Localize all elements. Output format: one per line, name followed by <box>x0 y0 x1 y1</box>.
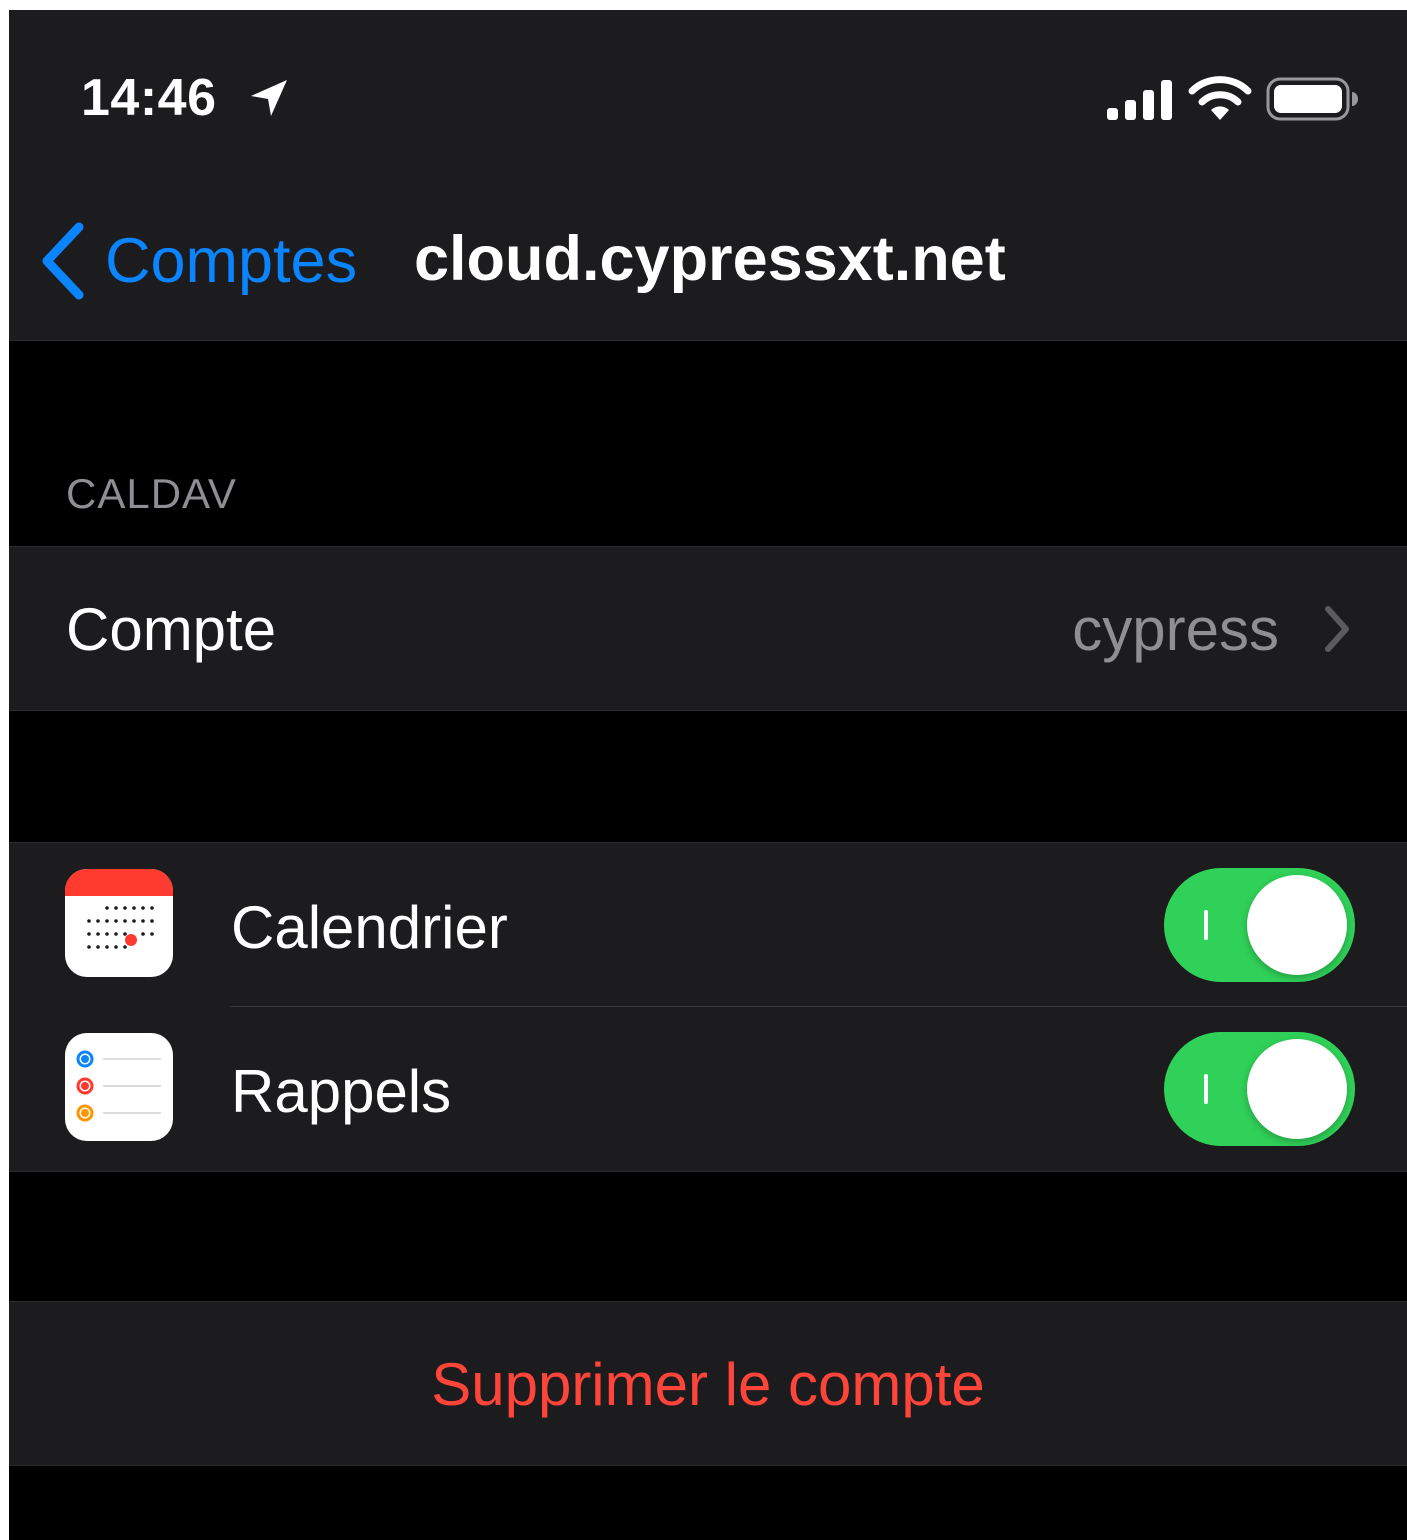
chevron-left-icon <box>42 222 84 300</box>
account-row-value: cypress <box>1072 596 1279 663</box>
reminders-label: Rappels <box>231 1058 452 1125</box>
section-header-caldav: CALDAV <box>66 470 237 517</box>
calendar-toggle[interactable] <box>1164 868 1355 982</box>
apps-group: Calendrier Rappels <box>9 842 1407 1172</box>
chevron-right-icon <box>1325 606 1349 652</box>
status-time: 14:46 <box>81 69 217 127</box>
cellular-signal-icon <box>1107 80 1172 120</box>
reminders-app-icon <box>65 1033 173 1141</box>
toggle-knob <box>1247 1039 1347 1139</box>
page-title: cloud.cypressxt.net <box>414 224 1006 294</box>
toggle-knob <box>1247 875 1347 975</box>
back-label: Comptes <box>105 225 358 296</box>
calendar-label: Calendrier <box>231 894 508 961</box>
toggle-on-indicator <box>1204 910 1208 940</box>
back-button[interactable]: Comptes <box>39 215 357 307</box>
screen: 14:46 Comptes cloud.cypressxt.net CALDAV… <box>9 10 1407 1540</box>
battery-icon <box>1266 77 1358 121</box>
account-row[interactable]: Compte cypress <box>9 546 1407 711</box>
calendar-app-icon <box>65 869 173 977</box>
navigation-bar: 14:46 Comptes cloud.cypressxt.net <box>9 10 1407 341</box>
account-row-label: Compte <box>66 596 277 663</box>
calendar-row: Calendrier <box>9 843 1407 1006</box>
reminders-row: Rappels <box>9 1007 1407 1170</box>
delete-account-label: Supprimer le compte <box>431 1351 985 1418</box>
toggle-on-indicator <box>1204 1074 1208 1104</box>
reminders-toggle[interactable] <box>1164 1032 1355 1146</box>
wifi-icon <box>1188 76 1252 120</box>
delete-account-button[interactable]: Supprimer le compte <box>9 1301 1407 1466</box>
location-arrow-icon <box>251 80 287 116</box>
